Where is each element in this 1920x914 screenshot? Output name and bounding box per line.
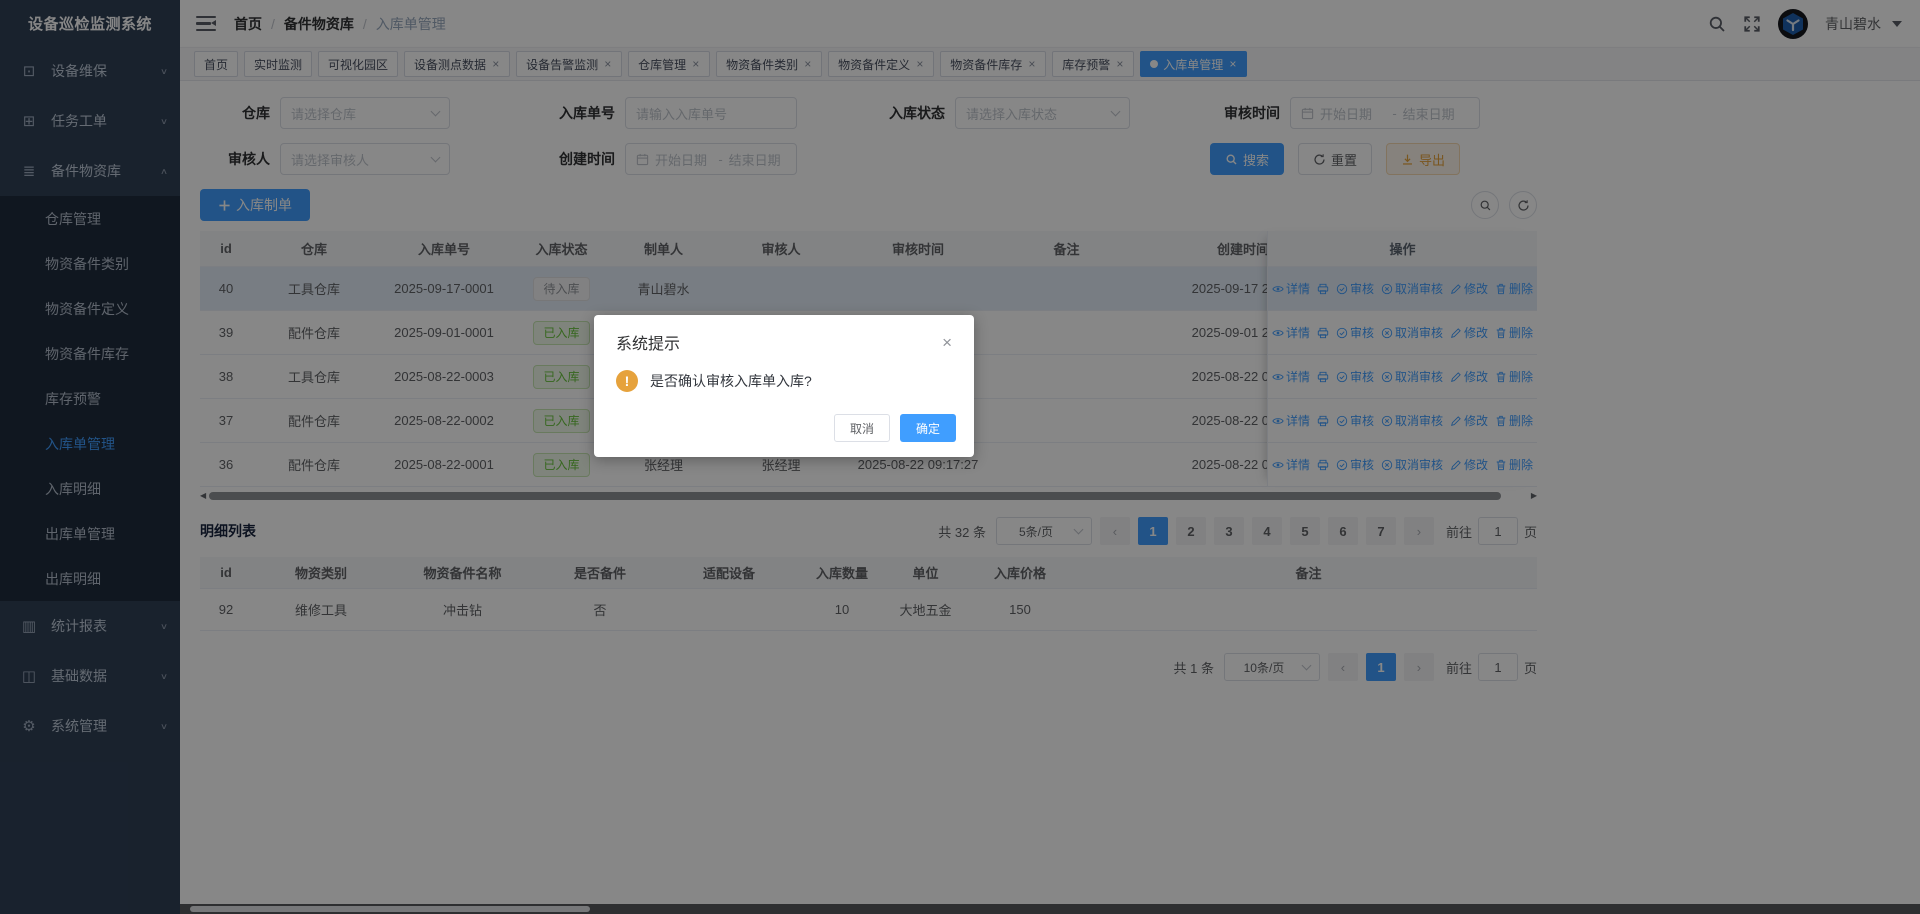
dialog-message: 是否确认审核入库单入库? <box>650 371 812 391</box>
confirm-button[interactable]: 确定 <box>900 414 956 442</box>
page-horizontal-scrollbar[interactable] <box>180 904 1920 914</box>
close-dialog-icon[interactable]: × <box>938 332 956 353</box>
dialog-title: 系统提示 <box>616 330 680 354</box>
scrollbar-thumb[interactable] <box>190 906 590 912</box>
app-root: 设备巡检监测系统 ⊡ 设备维保 ∨ ⊞ 任务工单 ∨ ≣ 备件物资库 ∧ <box>0 0 1920 914</box>
modal-overlay <box>0 0 1920 914</box>
warning-icon: ! <box>616 370 638 392</box>
confirm-dialog: 系统提示 × ! 是否确认审核入库单入库? 取消 确定 <box>594 315 974 457</box>
cancel-button[interactable]: 取消 <box>834 414 890 442</box>
